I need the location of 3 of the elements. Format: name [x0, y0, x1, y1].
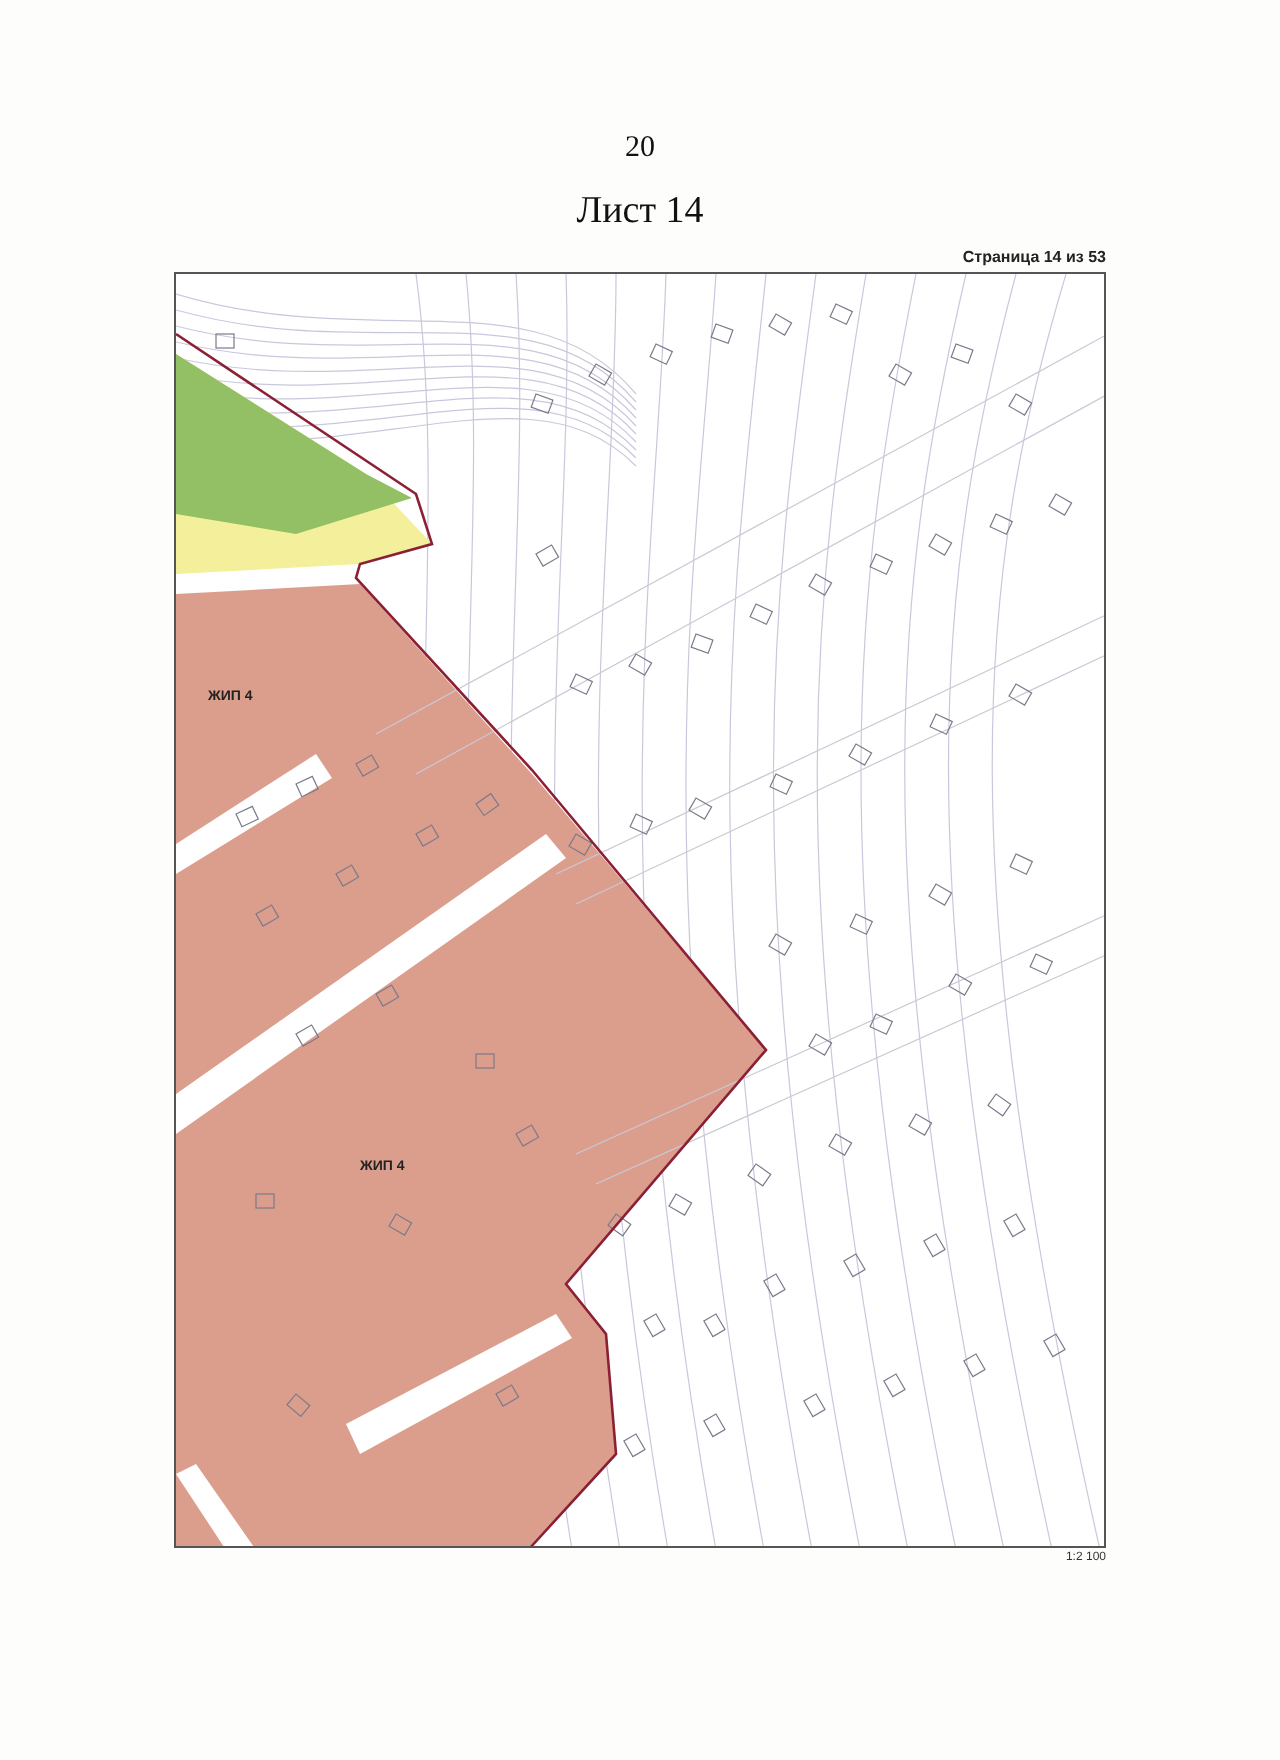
page-counter: Страница 14 из 53 [962, 248, 1106, 266]
sheet-title: Лист 14 [576, 188, 704, 236]
page-number: 20 [625, 130, 655, 168]
